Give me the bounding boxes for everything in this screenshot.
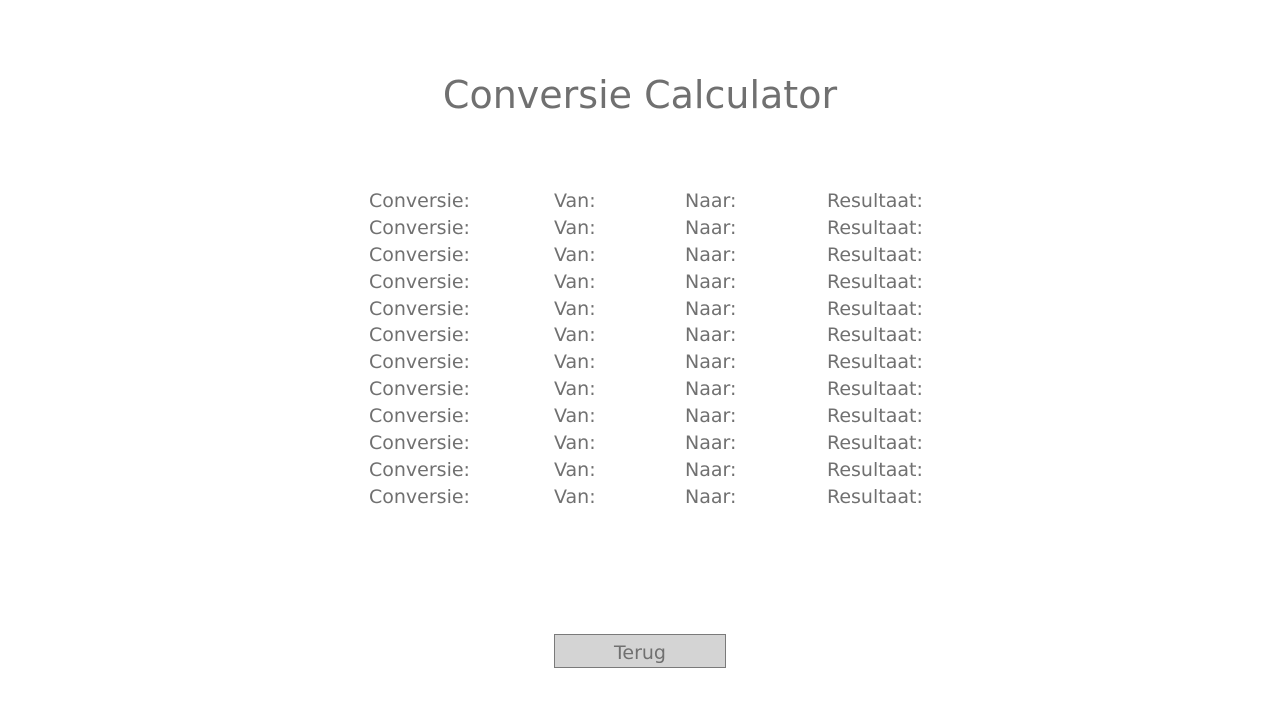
resultaat-label: Resultaat: [827, 243, 923, 266]
history-row: Conversie: Van: Naar: Resultaat: [369, 269, 989, 296]
resultaat-label: Resultaat: [827, 216, 923, 239]
history-row: Conversie: Van: Naar: Resultaat: [369, 188, 989, 215]
resultaat-label: Resultaat: [827, 432, 923, 455]
resultaat-label: Resultaat: [827, 351, 923, 374]
conversion-history-list: Conversie: Van: Naar: Resultaat: Convers… [369, 188, 989, 511]
van-label: Van: [554, 378, 596, 401]
conversie-label: Conversie: [369, 297, 470, 320]
conversie-label: Conversie: [369, 432, 470, 455]
history-row: Conversie: Van: Naar: Resultaat: [369, 322, 989, 349]
history-row: Conversie: Van: Naar: Resultaat: [369, 242, 989, 269]
van-label: Van: [554, 485, 596, 508]
naar-label: Naar: [685, 351, 737, 374]
resultaat-label: Resultaat: [827, 485, 923, 508]
history-row: Conversie: Van: Naar: Resultaat: [369, 215, 989, 242]
resultaat-label: Resultaat: [827, 378, 923, 401]
naar-label: Naar: [685, 190, 737, 212]
naar-label: Naar: [685, 216, 737, 239]
resultaat-label: Resultaat: [827, 458, 923, 481]
history-row: Conversie: Van: Naar: Resultaat: [369, 484, 989, 511]
naar-label: Naar: [685, 270, 737, 293]
resultaat-label: Resultaat: [827, 297, 923, 320]
conversie-label: Conversie: [369, 458, 470, 481]
van-label: Van: [554, 324, 596, 347]
naar-label: Naar: [685, 405, 737, 428]
conversie-label: Conversie: [369, 324, 470, 347]
naar-label: Naar: [685, 458, 737, 481]
page-title: Conversie Calculator [442, 73, 838, 117]
van-label: Van: [554, 432, 596, 455]
resultaat-label: Resultaat: [827, 324, 923, 347]
history-row: Conversie: Van: Naar: Resultaat: [369, 403, 989, 430]
conversie-label: Conversie: [369, 243, 470, 266]
naar-label: Naar: [685, 378, 737, 401]
resultaat-label: Resultaat: [827, 405, 923, 428]
naar-label: Naar: [685, 432, 737, 455]
history-row: Conversie: Van: Naar: Resultaat: [369, 457, 989, 484]
van-label: Van: [554, 405, 596, 428]
conversie-label: Conversie: [369, 190, 470, 212]
van-label: Van: [554, 216, 596, 239]
resultaat-label: Resultaat: [827, 270, 923, 293]
back-button[interactable]: Terug [554, 634, 726, 668]
van-label: Van: [554, 297, 596, 320]
van-label: Van: [554, 190, 596, 212]
van-label: Van: [554, 351, 596, 374]
conversie-label: Conversie: [369, 378, 470, 401]
conversie-label: Conversie: [369, 485, 470, 508]
van-label: Van: [554, 243, 596, 266]
naar-label: Naar: [685, 297, 737, 320]
history-row: Conversie: Van: Naar: Resultaat: [369, 430, 989, 457]
naar-label: Naar: [685, 485, 737, 508]
naar-label: Naar: [685, 324, 737, 347]
conversie-label: Conversie: [369, 216, 470, 239]
conversie-label: Conversie: [369, 270, 470, 293]
history-row: Conversie: Van: Naar: Resultaat: [369, 349, 989, 376]
conversie-label: Conversie: [369, 405, 470, 428]
resultaat-label: Resultaat: [827, 190, 923, 212]
naar-label: Naar: [685, 243, 737, 266]
history-row: Conversie: Van: Naar: Resultaat: [369, 376, 989, 403]
van-label: Van: [554, 458, 596, 481]
history-row: Conversie: Van: Naar: Resultaat: [369, 296, 989, 323]
van-label: Van: [554, 270, 596, 293]
conversie-label: Conversie: [369, 351, 470, 374]
